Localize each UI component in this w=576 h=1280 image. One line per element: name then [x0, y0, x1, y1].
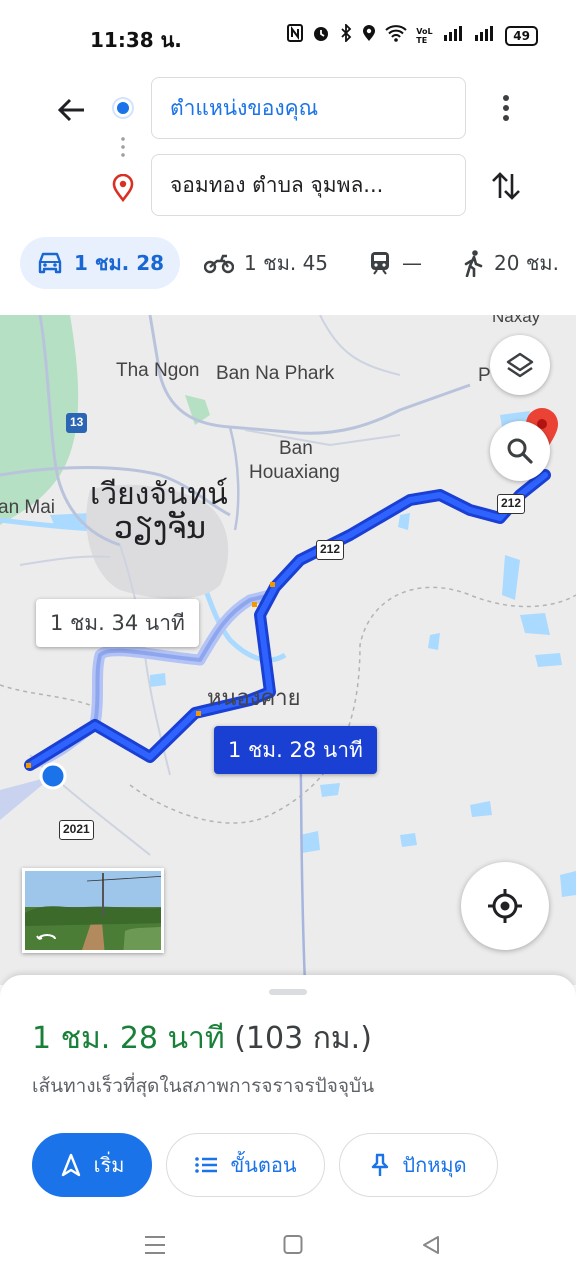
- back-button[interactable]: [52, 90, 92, 130]
- signal-icon: [443, 25, 465, 46]
- mode-car-label: 1 ชม. 28: [74, 251, 165, 275]
- map-view[interactable]: Naxay Tha Ngon Ban Na Phark Ban Houaxian…: [0, 315, 576, 985]
- map-label-ban-na-phark: Ban Na Phark: [216, 363, 335, 384]
- more-vert-icon: [503, 95, 509, 121]
- menu-nav-button[interactable]: [144, 1234, 166, 1260]
- motorcycle-icon: [204, 254, 235, 274]
- destination-field[interactable]: จอมทอง ตำบล จุมพล...: [151, 154, 466, 216]
- home-square-icon: [283, 1235, 303, 1254]
- alarm-icon: [312, 24, 330, 47]
- street-view-image: [25, 871, 161, 950]
- battery-icon: 49: [505, 25, 538, 46]
- pin-button-label: ปักหมุด: [402, 1153, 467, 1177]
- volte-icon: VoLTE: [416, 26, 433, 45]
- car-icon: [38, 252, 62, 274]
- signal-icon-2: [474, 25, 496, 46]
- layers-button[interactable]: [490, 335, 550, 395]
- location-icon: [362, 24, 376, 47]
- steps-button-label: ขั้นตอน: [230, 1153, 297, 1177]
- route-duration: 1 ชม. 28 นาที: [32, 1021, 225, 1056]
- route-distance: (103 กม.): [234, 1021, 372, 1056]
- map-label-ban: Ban: [279, 438, 313, 459]
- route-connector-dots: [121, 135, 125, 161]
- map-label-p: P: [478, 365, 491, 386]
- my-location-icon: [488, 889, 522, 923]
- system-nav-bar: [0, 1220, 576, 1280]
- mode-walk-label: 20 ชม.: [494, 251, 559, 275]
- steps-button[interactable]: ขั้นตอน: [166, 1133, 325, 1197]
- search-icon: [507, 438, 533, 464]
- origin-dot-icon: [114, 99, 132, 117]
- mode-walk[interactable]: 20 ชม.: [446, 237, 575, 289]
- mode-transit-label: —: [402, 251, 423, 275]
- pin-button[interactable]: ปักหมุด: [339, 1133, 498, 1197]
- route-actions: เริ่ม ขั้นตอน ปักหมุด: [32, 1133, 498, 1197]
- swap-route-button[interactable]: [488, 168, 524, 204]
- map-label-naxay: Naxay: [492, 315, 541, 326]
- route-summary: 1 ชม. 28 นาที (103 กม.): [32, 1015, 372, 1062]
- map-label-tha-ngon: Tha Ngon: [116, 360, 200, 381]
- start-button[interactable]: เริ่ม: [32, 1133, 152, 1197]
- nfc-icon: [287, 24, 304, 47]
- road-shield-2021: 2021: [59, 820, 94, 840]
- arrow-back-icon: [57, 98, 84, 122]
- map-label-nong-khai: หนองคาย: [207, 686, 301, 711]
- map-label-an-mai: an Mai: [0, 497, 56, 518]
- back-nav-button[interactable]: [420, 1234, 442, 1260]
- road-shield-212-a: 212: [316, 540, 345, 560]
- mode-transit[interactable]: —: [352, 237, 438, 289]
- walk-icon: [464, 250, 483, 277]
- wifi-icon: [385, 24, 407, 47]
- back-triangle-icon: [423, 1236, 439, 1254]
- selected-route-label[interactable]: 1 ชม. 28 นาที: [214, 726, 377, 774]
- train-icon: [371, 252, 390, 275]
- origin-field[interactable]: ตำแหน่งของคุณ: [151, 77, 466, 139]
- list-icon: [195, 1157, 218, 1173]
- route-description: เส้นทางเร็วที่สุดในสภาพการจราจรปัจจุบัน: [32, 1075, 375, 1097]
- travel-mode-tabs: 1 ชม. 28 1 ชม. 45 — 20 ชม.: [20, 237, 576, 289]
- road-shield-13: 13: [66, 413, 88, 433]
- mode-car[interactable]: 1 ชม. 28: [20, 237, 181, 289]
- status-icons: VoLTE 49: [287, 22, 538, 47]
- bluetooth-icon: [339, 22, 353, 47]
- road-shield-212-b: 212: [497, 494, 526, 514]
- my-location-button[interactable]: [461, 862, 549, 950]
- more-options-button[interactable]: [494, 90, 518, 126]
- swap-vert-icon: [492, 172, 520, 200]
- start-button-label: เริ่ม: [93, 1153, 125, 1177]
- pin-icon: [372, 1153, 389, 1176]
- map-label-houaxiang: Houaxiang: [249, 462, 340, 483]
- destination-pin-icon: [111, 173, 135, 203]
- search-along-route-button[interactable]: [490, 421, 550, 481]
- map-label-vientiane-lao: ວຽງຈັນ: [114, 511, 206, 546]
- alternate-route-label[interactable]: 1 ชม. 34 นาที: [36, 599, 199, 647]
- status-time: 11:38 น.: [90, 28, 182, 52]
- navigation-icon: [61, 1153, 80, 1177]
- menu-icon: [145, 1236, 165, 1254]
- status-bar: 11:38 น. VoLTE 49: [0, 0, 576, 70]
- sheet-drag-handle[interactable]: [269, 989, 307, 995]
- street-view-thumbnail[interactable]: [22, 868, 164, 953]
- layers-icon: [506, 352, 534, 378]
- directions-header: ตำแหน่งของคุณ จอมทอง ตำบล จุมพล... 1 ชม.…: [0, 70, 576, 315]
- home-nav-button[interactable]: [283, 1234, 303, 1260]
- mode-motorcycle-label: 1 ชม. 45: [244, 251, 329, 275]
- mode-motorcycle[interactable]: 1 ชม. 45: [188, 237, 344, 289]
